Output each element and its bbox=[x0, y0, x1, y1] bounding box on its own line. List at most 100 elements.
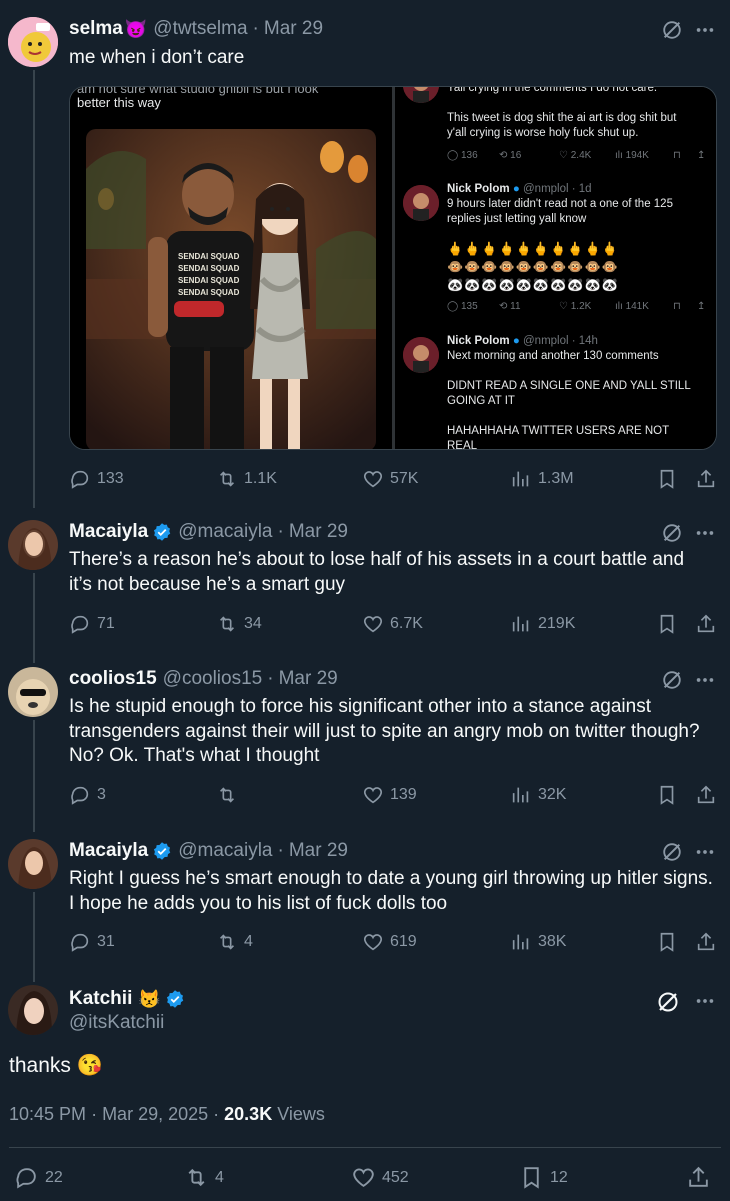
views-button[interactable]: 219K bbox=[510, 613, 575, 635]
mini-actions: ◯ 136 ⟲ 16 ♡ 2.4K ılı 194K ⊓ ↥ bbox=[447, 150, 706, 161]
tweet-actions: 71 34 6.7K 219K bbox=[69, 613, 719, 639]
tweet-date[interactable]: Mar 29 bbox=[279, 668, 338, 690]
avatar[interactable] bbox=[8, 17, 58, 67]
heart-icon bbox=[363, 471, 383, 488]
kiss-emoji: 😘 bbox=[76, 1054, 103, 1077]
more-icon[interactable] bbox=[694, 841, 716, 863]
repost-icon bbox=[219, 471, 235, 487]
grok-icon[interactable] bbox=[661, 669, 683, 691]
author-handle[interactable]: @itsKatchii bbox=[69, 1012, 164, 1034]
more-icon[interactable] bbox=[694, 522, 716, 544]
author-name[interactable]: Macaiyla bbox=[69, 840, 148, 862]
mini-actions: ◯ 135 ⟲ 11 ♡ 1.2K ılı 141K ⊓ ↥ bbox=[447, 301, 706, 312]
more-icon[interactable] bbox=[694, 990, 716, 1012]
reply-button[interactable]: 31 bbox=[69, 931, 115, 953]
tweet-media[interactable]: am not sure what studio ghibli is but I … bbox=[69, 86, 717, 450]
grok-icon[interactable] bbox=[661, 522, 683, 544]
views-icon bbox=[512, 934, 529, 950]
main-author: Katchii 😾 bbox=[69, 987, 185, 1011]
tweet-time[interactable]: 10:45 PM bbox=[9, 1104, 86, 1124]
author-name[interactable]: Macaiyla bbox=[69, 521, 148, 543]
repost-button[interactable]: 4 bbox=[216, 931, 253, 953]
heart-icon bbox=[363, 787, 383, 804]
share-icon[interactable] bbox=[695, 931, 717, 953]
views-icon bbox=[512, 616, 529, 632]
share-icon[interactable] bbox=[695, 468, 717, 490]
couple-illustration: SENDAI SQUAD SENDAI SQUAD SENDAI SQUAD S… bbox=[86, 129, 376, 449]
mini-tweet: Nick Polom ● @nmplol · 14h Next morning … bbox=[447, 335, 691, 450]
reply-button[interactable]: 133 bbox=[69, 468, 124, 490]
mini-tweet: Nick Polom ● @nmplol · 1d 9 hours later … bbox=[447, 183, 673, 225]
reply-icon bbox=[16, 1168, 36, 1189]
mini-avatar bbox=[403, 185, 439, 221]
tweet-coolios15[interactable]: coolios15 @coolios15 · Mar 29 Is he stup… bbox=[0, 667, 730, 812]
repost-button[interactable]: 4 bbox=[184, 1165, 224, 1190]
verified-badge-icon bbox=[166, 990, 184, 1008]
views-button[interactable]: 32K bbox=[510, 784, 566, 806]
author-name[interactable]: Katchii bbox=[69, 988, 132, 1010]
views-button[interactable]: 1.3M bbox=[510, 468, 574, 490]
views-button[interactable]: 38K bbox=[510, 931, 566, 953]
avatar[interactable] bbox=[8, 839, 58, 889]
tweet-date[interactable]: Mar 29 bbox=[289, 840, 348, 862]
tweet-text: There’s a reason he’s about to lose half… bbox=[69, 549, 685, 595]
author-handle[interactable]: @coolios15 bbox=[163, 668, 263, 690]
svg-text:SENDAI SQUAD: SENDAI SQUAD bbox=[178, 264, 240, 273]
tweet-date[interactable]: Mar 29 bbox=[264, 18, 323, 40]
avatar[interactable] bbox=[8, 985, 58, 1035]
author-name[interactable]: coolios15 bbox=[69, 668, 157, 690]
verified-badge-icon bbox=[154, 523, 171, 541]
avatar[interactable] bbox=[8, 520, 58, 570]
bookmark-button[interactable]: 12 bbox=[519, 1165, 568, 1190]
repost-button[interactable]: 1.1K bbox=[216, 468, 277, 490]
reply-icon bbox=[71, 786, 89, 805]
tweet-text: Is he stupid enough to force his signifi… bbox=[69, 696, 700, 766]
like-button[interactable]: 6.7K bbox=[362, 613, 423, 635]
tweet-text: me when i don’t care bbox=[69, 47, 245, 68]
share-icon[interactable] bbox=[695, 613, 717, 635]
repost-icon bbox=[219, 616, 235, 632]
author-handle[interactable]: @twtselma bbox=[153, 18, 247, 40]
author-name[interactable]: selma bbox=[69, 18, 123, 40]
grok-icon[interactable] bbox=[661, 841, 683, 863]
main-handle-row: @itsKatchii bbox=[69, 1011, 164, 1035]
like-button[interactable]: 452 bbox=[351, 1165, 409, 1190]
emoji-row: 🐼🐼🐼🐼🐼🐼🐼🐼🐼🐼 bbox=[447, 277, 619, 292]
author-handle[interactable]: @macaiyla bbox=[178, 840, 272, 862]
reply-button[interactable]: 3 bbox=[69, 784, 106, 806]
tweet-macaiyla-2[interactable]: Macaiyla @macaiyla · Mar 29 Right I gues… bbox=[0, 839, 730, 959]
like-button[interactable]: 619 bbox=[362, 931, 417, 953]
mini-tweet-text: Yall crying in the comments I do not car… bbox=[447, 86, 658, 94]
tweet-meta: 10:45 PM · Mar 29, 2025 · 20.3K Views bbox=[9, 1104, 325, 1124]
grok-icon[interactable] bbox=[656, 990, 680, 1014]
bookmark-icon[interactable] bbox=[656, 931, 678, 953]
repost-button[interactable] bbox=[216, 784, 244, 806]
views-icon bbox=[512, 787, 529, 803]
author-handle[interactable]: @macaiyla bbox=[178, 521, 272, 543]
more-icon[interactable] bbox=[694, 19, 716, 41]
verified-badge-icon bbox=[154, 842, 171, 860]
tweet-macaiyla[interactable]: Macaiyla @macaiyla · Mar 29 There’s a re… bbox=[0, 520, 730, 640]
mini-avatar bbox=[403, 337, 439, 373]
grok-icon[interactable] bbox=[661, 19, 683, 41]
tweet-selma[interactable]: selma 😈 @twtselma · Mar 29 me when i don… bbox=[0, 17, 730, 497]
cat-emoji: 😾 bbox=[138, 988, 161, 1009]
avatar[interactable] bbox=[8, 667, 58, 717]
reply-button[interactable]: 22 bbox=[14, 1165, 63, 1190]
bookmark-icon[interactable] bbox=[656, 613, 678, 635]
bookmark-icon[interactable] bbox=[656, 784, 678, 806]
reply-button[interactable]: 71 bbox=[69, 613, 115, 635]
like-button[interactable]: 57K bbox=[362, 468, 418, 490]
tweet-header: coolios15 @coolios15 · Mar 29 bbox=[69, 668, 338, 690]
repost-button[interactable]: 34 bbox=[216, 613, 262, 635]
like-button[interactable]: 139 bbox=[362, 784, 417, 806]
share-icon[interactable] bbox=[686, 1165, 711, 1190]
more-icon[interactable] bbox=[694, 669, 716, 691]
repost-icon bbox=[188, 1168, 205, 1187]
share-icon[interactable] bbox=[695, 784, 717, 806]
bookmark-icon[interactable] bbox=[656, 468, 678, 490]
tweet-date[interactable]: Mar 29 bbox=[289, 521, 348, 543]
tweet-full-date[interactable]: Mar 29, 2025 bbox=[102, 1104, 208, 1124]
tweet-header: Macaiyla @macaiyla · Mar 29 bbox=[69, 840, 348, 862]
devil-emoji: 😈 bbox=[124, 18, 148, 39]
